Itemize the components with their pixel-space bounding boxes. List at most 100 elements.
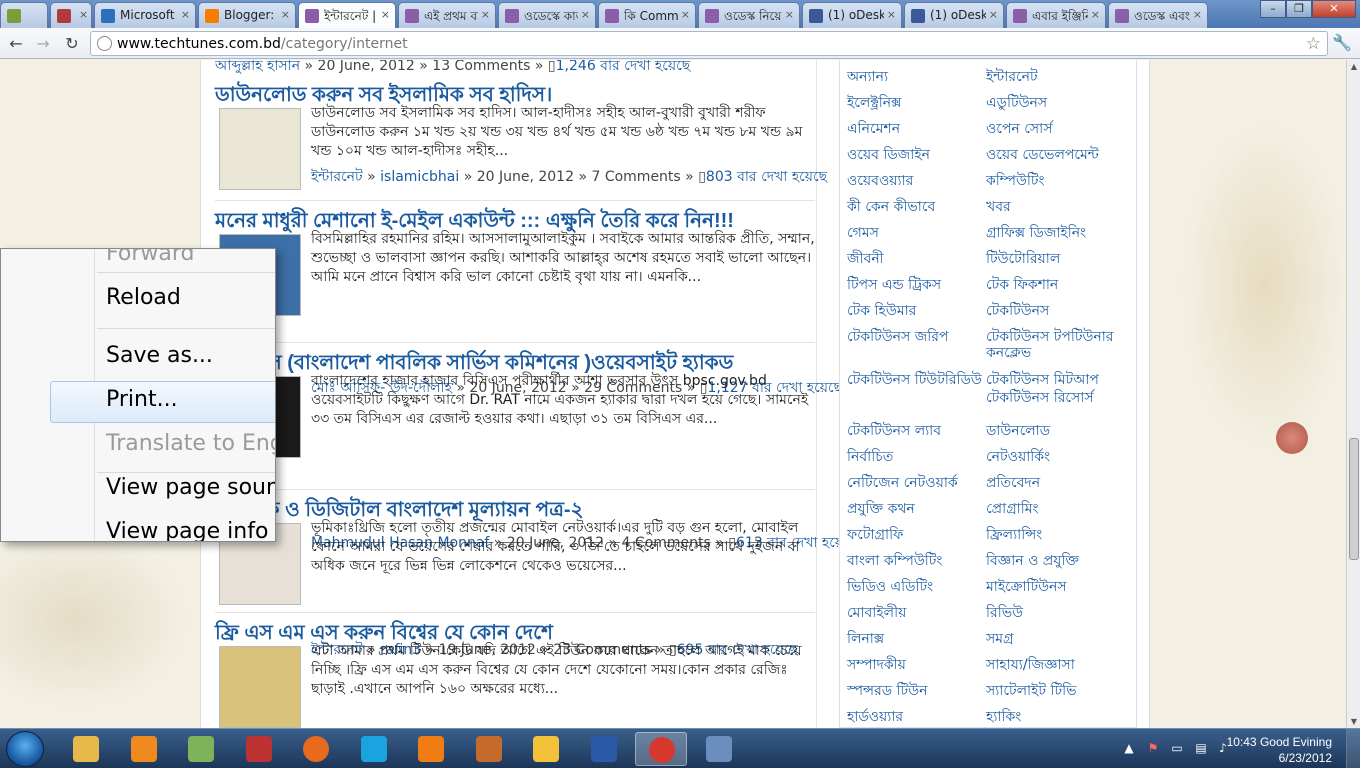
browser-tab[interactable]: ইন্টারনেট | টে×: [298, 2, 396, 29]
sidebar-category-link[interactable]: খবর: [986, 199, 1134, 215]
taskbar-vlc[interactable]: [405, 732, 457, 766]
bookmark-star-icon[interactable]: ☆: [1306, 34, 1321, 54]
browser-tab[interactable]: [0, 2, 48, 28]
menu-save-as[interactable]: Save as...: [106, 343, 213, 368]
close-button[interactable]: ✕: [1312, 0, 1356, 18]
tab-close-icon[interactable]: ×: [281, 8, 290, 21]
sidebar-category-link[interactable]: কী কেন কীভাবে: [847, 199, 995, 215]
page-scrollbar[interactable]: ▲ ▼: [1346, 60, 1360, 728]
reload-icon[interactable]: ↻: [61, 33, 83, 55]
sidebar-category-link[interactable]: টিউটোরিয়াল: [986, 251, 1134, 267]
sidebar-category-link[interactable]: সাহায্য/জিজ্ঞাসা: [986, 657, 1134, 673]
post-thumbnail[interactable]: [219, 646, 301, 728]
minimize-button[interactable]: –: [1260, 0, 1286, 18]
sidebar-category-link[interactable]: টেকটিউনস টিউটরিডিউ: [847, 372, 995, 388]
sidebar-category-link[interactable]: নেটওয়ার্কিং: [986, 449, 1134, 465]
browser-tab[interactable]: ওডেস্ক নিয়ে ×: [698, 2, 800, 28]
sidebar-category-link[interactable]: ইলেক্ট্রনিক্স: [847, 95, 995, 111]
sidebar-category-link[interactable]: সমগ্র: [986, 631, 1134, 647]
browser-tab[interactable]: ওডেস্ক এবং ি×: [1108, 2, 1208, 28]
scroll-down-arrow-icon[interactable]: ▼: [1347, 717, 1360, 726]
forward-arrow-icon[interactable]: →: [32, 33, 54, 55]
browser-tab[interactable]: (1) oDesk ×: [802, 2, 902, 28]
sidebar-category-link[interactable]: রিভিউ: [986, 605, 1134, 621]
taskbar-word[interactable]: [578, 732, 630, 766]
post-category-link[interactable]: ইন্টারনেট: [311, 169, 363, 185]
taskbar-network-computer[interactable]: [693, 732, 745, 766]
sidebar-category-link[interactable]: ফটোগ্রাফি: [847, 527, 995, 543]
tab-close-icon[interactable]: ×: [785, 8, 794, 21]
sidebar-category-link[interactable]: হার্ডওয়্যার: [847, 709, 995, 725]
sidebar-category-link[interactable]: প্রোগ্রামিং: [986, 501, 1134, 517]
sidebar-category-link[interactable]: এডুটিউনস: [986, 95, 1134, 111]
sidebar-category-link[interactable]: অন্যান্য: [847, 69, 995, 85]
sidebar-category-link[interactable]: এনিমেশন: [847, 121, 995, 137]
sidebar-category-link[interactable]: টেকটিউনস জরিপ: [847, 329, 995, 345]
maximize-button[interactable]: ❐: [1286, 0, 1312, 18]
browser-tab[interactable]: C++×: [50, 2, 92, 28]
sidebar-category-link[interactable]: টেকটিউনস: [986, 303, 1134, 319]
browser-tab[interactable]: এই প্রথম বাং×: [398, 2, 496, 28]
sidebar-category-link[interactable]: প্রযুক্তি কথন: [847, 501, 995, 517]
sidebar-category-link[interactable]: ফ্রিল্যান্সিং: [986, 527, 1134, 543]
sidebar-category-link[interactable]: ওয়েব ডিজাইন: [847, 147, 995, 163]
sidebar-category-link[interactable]: টেক হিউমার: [847, 303, 995, 319]
sidebar-category-link[interactable]: নেটিজেন নেটওয়ার্ক: [847, 475, 995, 491]
sidebar-category-link[interactable]: গ্রাফিক্স ডিজাইনিং: [986, 225, 1134, 241]
menu-print[interactable]: Print...: [106, 387, 178, 412]
sidebar-category-link[interactable]: টিপস এন্ড ট্রিকস: [847, 277, 995, 293]
tab-close-icon[interactable]: ×: [79, 8, 88, 21]
sidebar-category-link[interactable]: জীবনী: [847, 251, 995, 267]
taskbar-ms-office-tool[interactable]: [233, 732, 285, 766]
tab-close-icon[interactable]: ×: [1091, 8, 1100, 21]
browser-tab[interactable]: (1) oDesk ×: [904, 2, 1004, 28]
action-center-icon[interactable]: ⚑: [1146, 741, 1160, 755]
sidebar-category-link[interactable]: স্পন্সরড টিউন: [847, 683, 995, 699]
taskbar-paint[interactable]: [175, 732, 227, 766]
taskbar-media-player[interactable]: [118, 732, 170, 766]
scroll-up-arrow-icon[interactable]: ▲: [1347, 62, 1360, 71]
tab-close-icon[interactable]: ×: [887, 8, 896, 21]
menu-reload[interactable]: Reload: [106, 285, 181, 310]
taskbar-explorer[interactable]: [60, 732, 112, 766]
menu-view-info[interactable]: View page info: [106, 519, 268, 541]
tab-close-icon[interactable]: ×: [989, 8, 998, 21]
tab-close-icon[interactable]: ×: [681, 8, 690, 21]
sidebar-category-link[interactable]: ইন্টারনেট: [986, 69, 1134, 85]
sidebar-category-link[interactable]: কম্পিউটিং: [986, 173, 1134, 189]
address-bar[interactable]: www.techtunes.com.bd/category/internet ☆: [90, 31, 1328, 56]
clock[interactable]: 10:43 Good Evining 6/23/2012: [1227, 734, 1332, 766]
sidebar-category-link[interactable]: গেমস: [847, 225, 995, 241]
sidebar-category-link[interactable]: টেকটিউনস ল্যাব: [847, 423, 995, 439]
sidebar-category-link[interactable]: বিজ্ঞান ও প্রযুক্তি: [986, 553, 1134, 569]
browser-tab[interactable]: এবার ইঞ্জিনি ×: [1006, 2, 1106, 28]
sidebar-category-link[interactable]: ওয়েব ডেভেলপমেন্ট: [986, 147, 1134, 163]
sidebar-category-link[interactable]: টেকটিউনস টপটিউনার কনক্লেভ: [986, 329, 1134, 361]
browser-tab[interactable]: ওডেস্কে কাজ×: [498, 2, 596, 28]
sidebar-category-link[interactable]: নির্বাচিত: [847, 449, 995, 465]
sidebar-category-link[interactable]: বাংলা কম্পিউটিং: [847, 553, 995, 569]
sidebar-category-link[interactable]: ডাউনলোড: [986, 423, 1134, 439]
scroll-thumb[interactable]: [1349, 438, 1359, 560]
sidebar-category-link[interactable]: ওপেন সোর্স: [986, 121, 1134, 137]
sidebar-category-link[interactable]: প্রতিবেদন: [986, 475, 1134, 491]
tab-close-icon[interactable]: ×: [381, 8, 390, 21]
browser-tab[interactable]: Blogger: V×: [198, 2, 296, 28]
sidebar-category-link[interactable]: ভিডিও এডিটিং: [847, 579, 995, 595]
wrench-menu-icon[interactable]: 🔧: [1332, 33, 1352, 52]
sidebar-category-link[interactable]: টেক ফিকশান: [986, 277, 1134, 293]
sidebar-category-link[interactable]: টেকটিউনস মিটআপ: [986, 372, 1134, 388]
network-icon[interactable]: ▤: [1194, 741, 1208, 755]
tab-close-icon[interactable]: ×: [581, 8, 590, 21]
back-arrow-icon[interactable]: ←: [5, 33, 27, 55]
sidebar-category-link[interactable]: লিনাক্স: [847, 631, 995, 647]
sidebar-category-link[interactable]: মাইক্রোটিউনস: [986, 579, 1134, 595]
sidebar-category-link[interactable]: হ্যাকিং: [986, 709, 1134, 725]
start-button[interactable]: [6, 731, 44, 767]
taskbar-skype[interactable]: [348, 732, 400, 766]
monitor-icon[interactable]: ▭: [1170, 741, 1184, 755]
browser-tab[interactable]: Microsoft ×: [94, 2, 196, 28]
sidebar-category-link[interactable]: ওয়েবওয়্যার: [847, 173, 995, 189]
sidebar-category-link[interactable]: মোবাইলীয়: [847, 605, 995, 621]
sidebar-category-link[interactable]: স্যাটেলাইট টিভি: [986, 683, 1134, 699]
